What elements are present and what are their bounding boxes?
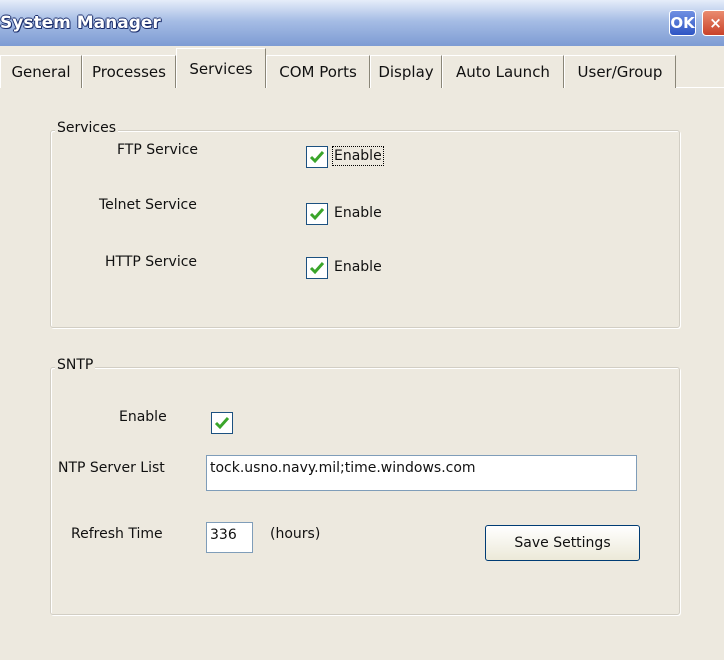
close-icon: × (709, 14, 722, 32)
tab-label: COM Ports (279, 63, 357, 81)
ntp-server-list-label: NTP Server List (58, 460, 165, 476)
telnet-enable-label[interactable]: Enable (334, 205, 382, 221)
ftp-enable-checkbox[interactable] (306, 146, 328, 168)
check-icon (309, 208, 325, 221)
window-title: System Manager (0, 13, 161, 33)
tab-label: Auto Launch (456, 63, 550, 81)
tab-com-ports[interactable]: COM Ports (266, 55, 370, 88)
ok-button[interactable]: OK (669, 10, 696, 36)
tab-label: Processes (92, 63, 166, 81)
check-icon (309, 151, 325, 164)
check-icon (309, 262, 325, 275)
tab-label: General (11, 63, 71, 81)
tab-label: Services (189, 59, 253, 78)
sntp-enable-checkbox[interactable] (211, 412, 233, 434)
ntp-server-list-input[interactable]: tock.usno.navy.mil;time.windows.com (206, 455, 637, 491)
ftp-service-label: FTP Service (117, 142, 198, 158)
tab-user-group[interactable]: User/Group (564, 55, 676, 88)
tab-general[interactable]: General (0, 55, 82, 88)
close-button[interactable]: × (702, 10, 724, 36)
tab-label: Display (378, 63, 434, 81)
telnet-service-label: Telnet Service (99, 197, 197, 213)
tab-display[interactable]: Display (370, 55, 442, 88)
sntp-group-legend: SNTP (55, 357, 96, 373)
sntp-group (50, 367, 680, 615)
services-group-legend: Services (55, 120, 119, 136)
tab-label: User/Group (577, 63, 663, 81)
sntp-enable-label: Enable (119, 409, 167, 425)
refresh-time-input[interactable]: 336 (206, 522, 253, 553)
refresh-unit-label: (hours) (270, 526, 321, 542)
telnet-enable-checkbox[interactable] (306, 203, 328, 225)
ftp-enable-label[interactable]: Enable (332, 146, 384, 166)
tab-processes[interactable]: Processes (82, 55, 176, 88)
http-service-label: HTTP Service (105, 254, 198, 270)
title-bar: System Manager OK × (0, 0, 724, 46)
http-enable-label[interactable]: Enable (334, 259, 382, 275)
tab-auto-launch[interactable]: Auto Launch (442, 55, 564, 88)
http-enable-checkbox[interactable] (306, 257, 328, 279)
save-settings-button[interactable]: Save Settings (485, 525, 640, 561)
check-icon (214, 417, 230, 430)
tab-services[interactable]: Services (176, 48, 266, 88)
refresh-time-label: Refresh Time (71, 526, 163, 542)
